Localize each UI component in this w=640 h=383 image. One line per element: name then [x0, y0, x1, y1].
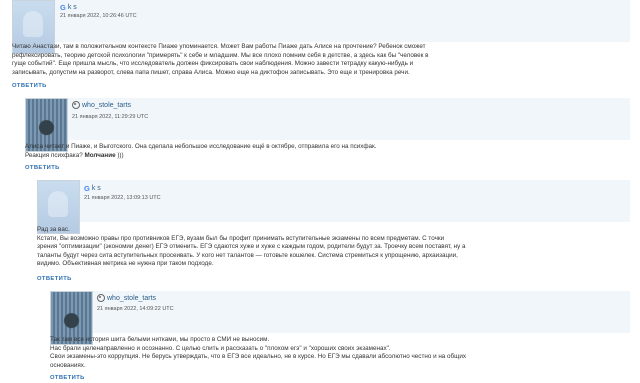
- author-name: who_stole_tarts: [82, 101, 132, 109]
- reply-button[interactable]: ОТВЕТИТЬ: [12, 83, 47, 89]
- google-icon: G: [60, 3, 66, 12]
- comment-header: [37, 180, 630, 222]
- emphasis-text: Молчание: [84, 151, 116, 159]
- comment: who_stole_tarts 21 января 2022, 11:29:29…: [0, 98, 640, 176]
- comment-thread: G k s 21 января 2022, 10:26:46 UTC Читаю…: [0, 0, 640, 383]
- comment-author[interactable]: who_stole_tarts: [97, 294, 156, 302]
- comment-text: Читаю Анастази, там в положительном конт…: [12, 43, 429, 76]
- reply-button[interactable]: ОТВЕТИТЬ: [50, 375, 85, 381]
- user-icon: [72, 101, 80, 109]
- reply-button[interactable]: ОТВЕТИТЬ: [37, 276, 72, 282]
- comment-author[interactable]: G k s: [84, 184, 101, 193]
- comment-text: Рад за вас. Кстати, Вы возможно правы пр…: [37, 226, 466, 268]
- author-name: k s: [67, 4, 77, 11]
- google-icon: G: [84, 184, 90, 193]
- user-icon: [97, 294, 105, 302]
- comment-date[interactable]: 21 января 2022, 14:09:22 UTC: [97, 306, 174, 312]
- comment-date[interactable]: 21 января 2022, 10:26:46 UTC: [60, 13, 137, 19]
- author-name: who_stole_tarts: [107, 294, 157, 302]
- reply-button[interactable]: ОТВЕТИТЬ: [25, 165, 60, 171]
- author-name: k s: [91, 185, 101, 192]
- comment-header: [12, 0, 630, 42]
- comment-date[interactable]: 21 января 2022, 11:29:29 UTC: [72, 114, 148, 120]
- comment-text: Так там вся история шита белыми нитками,…: [50, 336, 467, 369]
- comment-author[interactable]: who_stole_tarts: [72, 101, 131, 109]
- comment: G k s 21 января 2022, 13:09:13 UTC Рад з…: [0, 180, 640, 288]
- comment-date[interactable]: 21 января 2022, 13:09:13 UTC: [84, 195, 161, 201]
- comment-text: Алиса читает и Пиаже, и Выготского. Она …: [25, 143, 377, 159]
- comment: G k s 21 января 2022, 10:26:46 UTC Читаю…: [0, 0, 640, 95]
- comment: who_stole_tarts 21 января 2022, 14:09:22…: [0, 291, 640, 383]
- comment-author[interactable]: G k s: [60, 3, 77, 12]
